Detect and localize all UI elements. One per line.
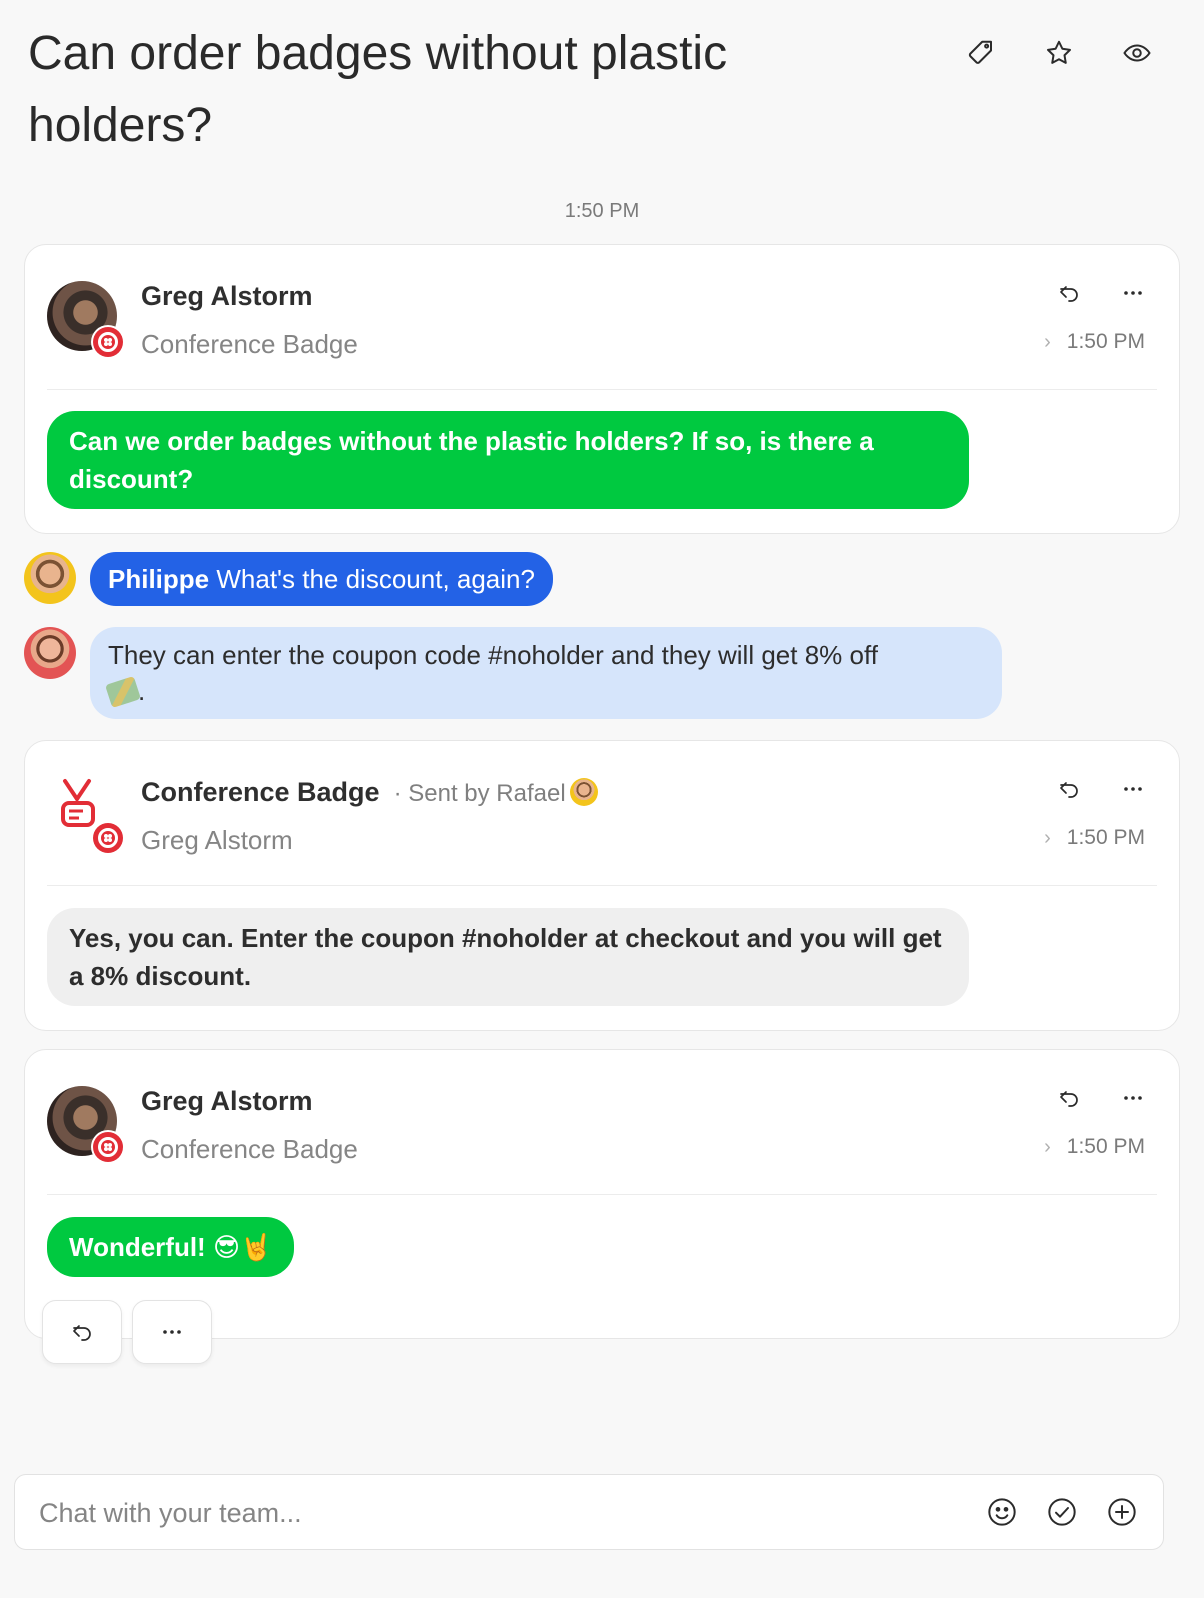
- message-card: Greg Alstorm Conference Badge › 1:50 PM C…: [24, 244, 1180, 534]
- chat-input[interactable]: [39, 1493, 919, 1533]
- message-actions: [1055, 1084, 1147, 1112]
- sent-by-text: Sent by Rafael: [408, 780, 566, 807]
- message-header: Conference Badge · Sent by Rafael Greg Al…: [47, 741, 1157, 886]
- message-bubble: Yes, you can. Enter the coupon #noholder…: [47, 908, 969, 1006]
- chevron-right-icon: ›: [1044, 330, 1051, 353]
- tag-icon[interactable]: [962, 34, 1000, 72]
- message-time-label: 1:50 PM: [1066, 1135, 1145, 1158]
- avatar[interactable]: [47, 777, 125, 855]
- sender-channel: Conference Badge: [141, 329, 358, 359]
- comment-bubble: Philippe What's the discount, again?: [90, 552, 553, 606]
- reply-icon[interactable]: [1055, 279, 1083, 307]
- team-chat-composer: [14, 1474, 1164, 1550]
- comment-text: They can enter the coupon code #noholder…: [108, 640, 878, 670]
- message-card: Conference Badge · Sent by Rafael Greg Al…: [24, 740, 1180, 1031]
- eye-icon[interactable]: [1118, 34, 1156, 72]
- message-actions: [1055, 775, 1147, 803]
- sender-name[interactable]: Greg Alstorm: [141, 1086, 313, 1117]
- message-card: Greg Alstorm Conference Badge › 1:50 PM W…: [24, 1049, 1180, 1339]
- header-actions: [962, 34, 1156, 72]
- avatar[interactable]: [24, 627, 76, 679]
- avatar[interactable]: [47, 281, 125, 359]
- sent-by-label: · Sent by Rafael: [394, 778, 598, 807]
- comment-suffix: .: [138, 676, 146, 706]
- star-icon[interactable]: [1040, 34, 1078, 72]
- avatar[interactable]: [47, 1086, 125, 1164]
- sender-name[interactable]: Greg Alstorm: [141, 281, 313, 312]
- hover-actions: [42, 1300, 212, 1364]
- sender-channel: Conference Badge: [141, 1134, 358, 1164]
- message-time[interactable]: › 1:50 PM: [1044, 330, 1145, 354]
- message-time[interactable]: › 1:50 PM: [1044, 1135, 1145, 1159]
- message-header: Greg Alstorm Conference Badge › 1:50 PM: [47, 245, 1157, 390]
- comment-author[interactable]: Philippe: [108, 564, 209, 594]
- composer-actions: [985, 1495, 1139, 1529]
- more-button[interactable]: [132, 1300, 212, 1364]
- emoji-icon[interactable]: [985, 1495, 1019, 1529]
- conversation-title: Can order badges without plastic holders…: [28, 27, 728, 152]
- chevron-right-icon: ›: [1044, 1135, 1051, 1158]
- check-circle-icon[interactable]: [1045, 1495, 1079, 1529]
- thread-timestamp: 1:50 PM: [564, 200, 640, 222]
- more-icon[interactable]: [1119, 1084, 1147, 1112]
- twilio-channel-icon: [91, 1130, 125, 1164]
- reply-icon: [73, 1325, 91, 1341]
- avatar[interactable]: [24, 552, 76, 604]
- reply-icon[interactable]: [1055, 1084, 1083, 1112]
- sender-channel: Greg Alstorm: [141, 825, 293, 855]
- twilio-channel-icon: [91, 325, 125, 359]
- internal-comment: They can enter the coupon code #noholder…: [24, 627, 1002, 719]
- sender-name: Conference Badge · Sent by Rafael: [141, 777, 598, 808]
- message-time-label: 1:50 PM: [1066, 330, 1145, 353]
- message-time[interactable]: › 1:50 PM: [1044, 826, 1145, 850]
- avatar: [569, 778, 598, 806]
- internal-comment: Philippe What's the discount, again?: [24, 552, 553, 606]
- sender-name-label[interactable]: Conference Badge: [141, 777, 380, 807]
- message-bubble: Wonderful! 😎🤘: [47, 1217, 295, 1277]
- comment-bubble: They can enter the coupon code #noholder…: [90, 627, 1002, 719]
- message-header: Greg Alstorm Conference Badge › 1:50 PM: [47, 1050, 1157, 1195]
- money-with-wings-icon: [105, 675, 141, 709]
- reply-icon[interactable]: [1055, 775, 1083, 803]
- more-icon[interactable]: [1119, 775, 1147, 803]
- twilio-channel-icon: [91, 821, 125, 855]
- message-bubble: Can we order badges without the plastic …: [47, 411, 969, 509]
- message-time-label: 1:50 PM: [1066, 826, 1145, 849]
- plus-circle-icon[interactable]: [1105, 1495, 1139, 1529]
- reply-button[interactable]: [42, 1300, 122, 1364]
- more-icon: [163, 1330, 181, 1334]
- more-icon[interactable]: [1119, 279, 1147, 307]
- comment-text: What's the discount, again?: [216, 564, 535, 594]
- message-actions: [1055, 279, 1147, 307]
- chevron-right-icon: ›: [1044, 826, 1051, 849]
